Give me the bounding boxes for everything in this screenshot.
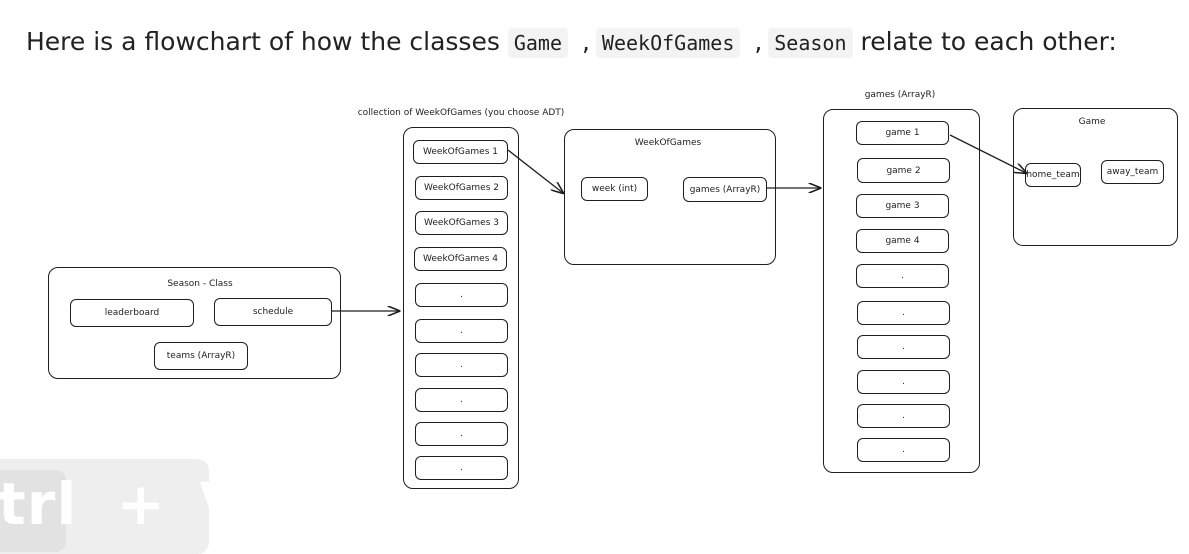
watermark-letter: V (199, 470, 246, 538)
week1-to-weekofgames-arrow (507, 149, 563, 193)
game1-to-game-arrow (949, 134, 1026, 173)
watermark-text: trl + V (0, 470, 245, 538)
watermark-key: trl (0, 470, 78, 538)
watermark-plus: + (116, 470, 167, 538)
